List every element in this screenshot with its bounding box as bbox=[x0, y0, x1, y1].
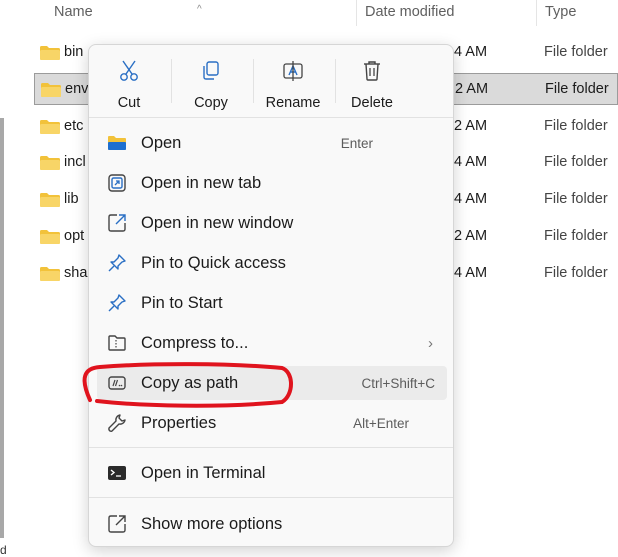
trash-icon bbox=[364, 61, 380, 81]
menu-item-label: Copy as path bbox=[141, 374, 239, 392]
copy-icon bbox=[203, 61, 219, 80]
file-date: 2 AM bbox=[454, 228, 488, 244]
file-date: 4 AM bbox=[454, 265, 488, 281]
file-name: bin bbox=[64, 44, 84, 60]
copy-label: Copy bbox=[194, 95, 228, 111]
scissors-icon bbox=[120, 60, 138, 81]
show-more-icon bbox=[108, 515, 126, 533]
menu-item-label: Pin to Quick access bbox=[141, 254, 286, 272]
menu-item-open[interactable]: Open Enter bbox=[97, 126, 447, 160]
file-type: File folder bbox=[545, 81, 609, 97]
folder-icon bbox=[40, 230, 60, 244]
menu-divider bbox=[89, 117, 453, 118]
pin-icon bbox=[108, 254, 126, 272]
menu-item-pin-start[interactable]: Pin to Start bbox=[97, 286, 447, 320]
rename-icon bbox=[283, 61, 303, 81]
file-date: 2 AM bbox=[454, 118, 488, 134]
menu-item-copy-as-path[interactable]: Copy as path Ctrl+Shift+C bbox=[97, 366, 447, 400]
menu-item-label: Compress to... bbox=[141, 334, 249, 352]
folder-icon bbox=[40, 267, 60, 281]
cut-label: Cut bbox=[117, 95, 141, 111]
menu-item-label: Pin to Start bbox=[141, 294, 223, 312]
open-external-icon bbox=[108, 214, 126, 232]
terminal-icon bbox=[108, 466, 126, 480]
menu-item-properties[interactable]: Properties Alt+Enter bbox=[97, 406, 447, 440]
cut-button[interactable]: Cut bbox=[89, 51, 169, 113]
file-type: File folder bbox=[544, 44, 608, 60]
delete-button[interactable]: Delete bbox=[332, 51, 412, 113]
file-type: File folder bbox=[544, 191, 608, 207]
file-name: env bbox=[65, 81, 89, 97]
menu-item-open-new-tab[interactable]: Open in new tab bbox=[97, 166, 447, 200]
folder-icon bbox=[40, 120, 60, 134]
file-name: etc bbox=[64, 118, 84, 134]
rename-button[interactable]: Rename bbox=[253, 51, 333, 113]
navigation-pane-edge bbox=[0, 118, 4, 538]
file-date: 4 AM bbox=[454, 191, 488, 207]
file-name: lib bbox=[64, 191, 79, 207]
menu-item-open-terminal[interactable]: Open in Terminal bbox=[97, 456, 447, 490]
file-type: File folder bbox=[544, 118, 608, 134]
rename-label: Rename bbox=[265, 95, 321, 111]
column-divider[interactable] bbox=[536, 0, 537, 26]
menu-divider bbox=[89, 497, 453, 498]
quick-actions-bar: Cut Copy Rename Delete bbox=[89, 45, 453, 115]
sort-caret-icon: ^ bbox=[197, 4, 202, 15]
chevron-right-icon: › bbox=[428, 335, 433, 352]
folder-open-icon bbox=[108, 136, 126, 150]
copy-button[interactable]: Copy bbox=[171, 51, 251, 113]
menu-item-pin-quick-access[interactable]: Pin to Quick access bbox=[97, 246, 447, 280]
folder-icon bbox=[40, 193, 60, 207]
new-tab-icon bbox=[108, 174, 126, 192]
column-header-name[interactable]: Name bbox=[54, 4, 93, 20]
menu-item-label: Show more options bbox=[141, 515, 283, 533]
file-type: File folder bbox=[544, 265, 608, 281]
shortcut-text: Alt+Enter bbox=[353, 416, 409, 431]
menu-item-open-new-window[interactable]: Open in new window bbox=[97, 206, 447, 240]
menu-item-label: Open in new window bbox=[141, 214, 294, 232]
file-type: File folder bbox=[544, 228, 608, 244]
menu-item-label: Open in Terminal bbox=[141, 464, 266, 482]
column-header-bar: Name ^ Date modified Type bbox=[0, 0, 618, 28]
pin-icon bbox=[108, 294, 126, 312]
menu-item-label: Open in new tab bbox=[141, 174, 262, 192]
file-date: 4 AM bbox=[454, 44, 488, 60]
folder-icon bbox=[40, 46, 60, 60]
wrench-icon bbox=[108, 414, 126, 432]
zip-folder-icon bbox=[108, 335, 126, 351]
menu-item-show-more[interactable]: Show more options bbox=[97, 507, 447, 541]
column-divider[interactable] bbox=[356, 0, 357, 26]
file-type: File folder bbox=[544, 154, 608, 170]
context-menu: Cut Copy Rename Delete Open Enter Open i… bbox=[88, 44, 454, 547]
copy-path-icon bbox=[108, 376, 126, 390]
file-name: opt bbox=[64, 228, 85, 244]
column-header-date-modified[interactable]: Date modified bbox=[365, 4, 454, 20]
folder-icon bbox=[41, 83, 61, 97]
menu-item-compress[interactable]: Compress to... › bbox=[97, 326, 447, 360]
shortcut-text: Enter bbox=[340, 136, 373, 151]
file-name: incl bbox=[64, 154, 86, 170]
column-header-type[interactable]: Type bbox=[545, 4, 576, 20]
menu-item-label: Open bbox=[141, 134, 182, 152]
menu-item-label: Properties bbox=[141, 414, 217, 432]
delete-label: Delete bbox=[351, 95, 393, 111]
status-bar-text: d bbox=[0, 543, 7, 557]
folder-icon bbox=[40, 156, 60, 170]
shortcut-text: Ctrl+Shift+C bbox=[361, 376, 435, 391]
menu-divider bbox=[89, 447, 453, 448]
file-date: 4 AM bbox=[454, 154, 488, 170]
file-date: 2 AM bbox=[455, 81, 489, 97]
file-name: sha bbox=[64, 265, 88, 281]
